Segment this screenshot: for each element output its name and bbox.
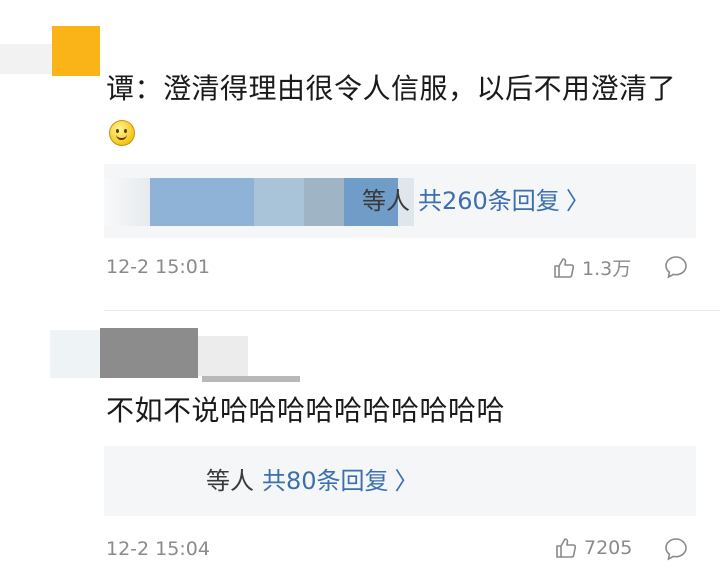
comment-item: 谭：澄清得理由很令人信服，以后不用澄清了 等人 共260条回复〉 12-2 15:… [0,0,720,300]
smiley-emoji-icon [109,120,135,146]
comment-item: 不如不说哈哈哈哈哈哈哈哈哈哈 等人 共80条回复〉 12-2 15:04 7205 [0,312,720,578]
blurred-replier-names [104,178,150,226]
thumbs-up-icon [556,538,577,558]
reply-button[interactable] [663,536,689,566]
avatar[interactable] [100,328,198,378]
comment-timestamp: 12-2 15:01 [106,256,210,278]
thumbs-up-icon [554,257,575,278]
reply-count-link[interactable]: 共260条回复 [418,187,560,215]
comment-timestamp: 12-2 15:04 [106,538,210,560]
reply-names-label: 等人 [206,467,254,495]
comment-text: 不如不说哈哈哈哈哈哈哈哈哈哈 [106,394,506,427]
avatar-blur [50,330,100,378]
avatar-blur [0,44,52,74]
comment-bubble-icon [665,256,687,279]
reply-preview-box[interactable]: 等人 共80条回复〉 [104,446,696,516]
avatar[interactable] [52,26,100,76]
like-button[interactable]: 1.3万 [552,254,631,281]
like-button[interactable]: 7205 [554,536,632,560]
comment-text: 谭：澄清得理由很令人信服，以后不用澄清了 [106,66,700,158]
reply-names-label: 等人 [362,187,410,215]
chevron-right-icon: 〉 [565,187,590,215]
chevron-right-icon: 〉 [394,467,419,495]
blurred-username [202,376,300,382]
reply-summary[interactable]: 等人 共260条回复〉 [362,164,590,238]
like-count: 1.3万 [582,258,632,280]
blurred-username [198,336,248,376]
reply-summary[interactable]: 等人 共80条回复〉 [206,446,419,516]
blurred-replier-names [304,178,344,226]
comment-bubble-icon [665,538,687,561]
reply-button[interactable] [663,254,689,284]
comment-text-body: 谭：澄清得理由很令人信服，以后不用澄清了 [106,72,677,105]
reply-count-link[interactable]: 共80条回复 [262,467,389,495]
like-count: 7205 [584,537,633,559]
comment-divider [104,310,720,311]
reply-preview-box[interactable]: 等人 共260条回复〉 [104,164,696,238]
